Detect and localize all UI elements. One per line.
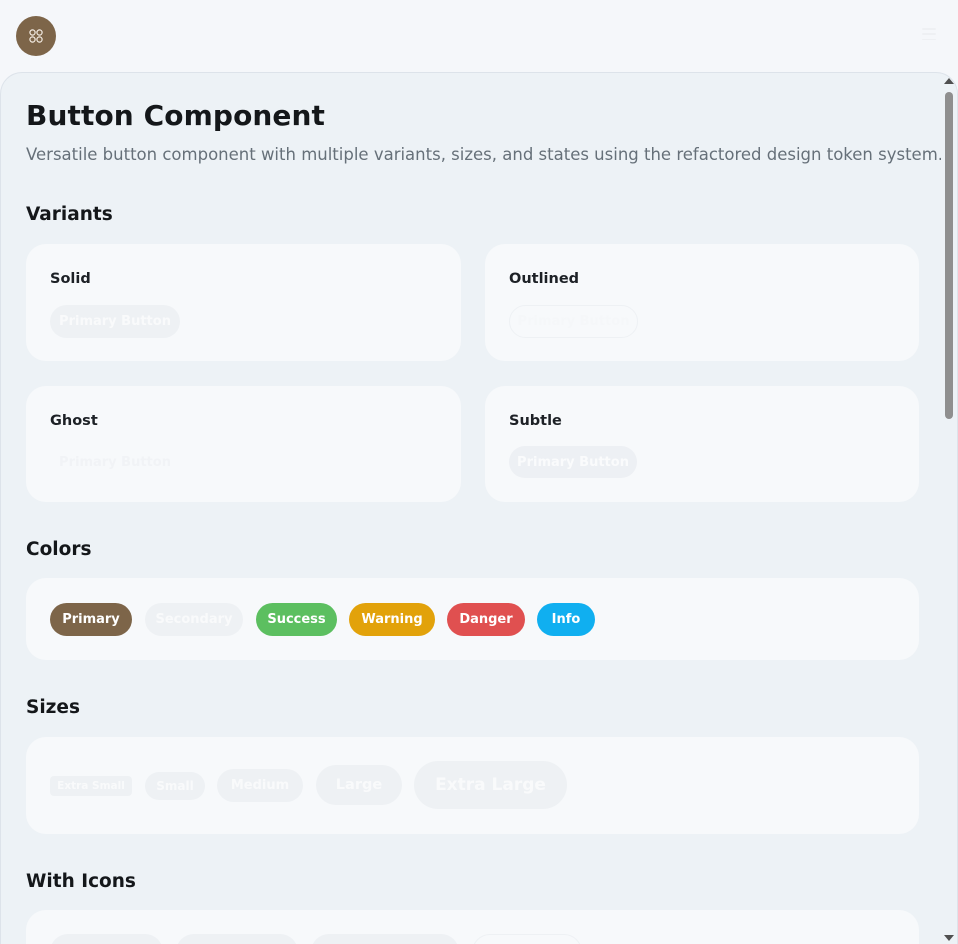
- subtle-primary-button[interactable]: Primary Button: [509, 446, 637, 478]
- section-title-sizes: Sizes: [26, 697, 80, 718]
- hamburger-menu-icon[interactable]: [922, 28, 936, 40]
- page-title: Button Component: [26, 99, 326, 132]
- outlined-primary-button[interactable]: Primary Button: [509, 305, 638, 338]
- small-button[interactable]: Small: [145, 772, 205, 800]
- main-content: Button Component Versatile button compon…: [0, 72, 958, 944]
- large-button[interactable]: Large: [316, 765, 402, 805]
- sizes-card: Extra Small Small Medium Large Extra Lar…: [26, 737, 919, 834]
- colors-card: Primary Secondary Success Warning Danger…: [26, 578, 919, 660]
- solid-primary-button[interactable]: Primary Button: [50, 305, 180, 338]
- icon-button[interactable]: [176, 934, 298, 944]
- extra-large-button[interactable]: Extra Large: [414, 761, 567, 809]
- vertical-scrollbar[interactable]: [941, 73, 957, 944]
- card-title: Solid: [50, 271, 91, 287]
- danger-color-button[interactable]: Danger: [447, 603, 525, 636]
- warning-color-button[interactable]: Warning: [349, 603, 435, 636]
- card-title: Ghost: [50, 413, 98, 429]
- card-title: Subtle: [509, 413, 562, 429]
- variant-card-ghost: Ghost Primary Button: [26, 386, 461, 502]
- scrollbar-thumb[interactable]: [945, 92, 953, 419]
- section-title-colors: Colors: [26, 539, 92, 560]
- variant-card-solid: Solid Primary Button: [26, 244, 461, 361]
- extra-small-button[interactable]: Extra Small: [50, 776, 132, 796]
- card-title: Outlined: [509, 271, 580, 287]
- grid-apps-icon: [29, 29, 43, 43]
- section-title-with-icons: With Icons: [26, 871, 136, 892]
- logo-button[interactable]: [16, 16, 56, 56]
- success-color-button[interactable]: Success: [256, 603, 337, 636]
- top-bar: [0, 0, 958, 72]
- ghost-primary-button[interactable]: Primary Button: [50, 446, 180, 479]
- icon-button[interactable]: [50, 934, 163, 944]
- icons-card: [26, 910, 919, 944]
- info-color-button[interactable]: Info: [537, 603, 595, 636]
- icon-button[interactable]: [311, 934, 459, 944]
- section-title-variants: Variants: [26, 204, 113, 225]
- medium-button[interactable]: Medium: [217, 769, 303, 802]
- variant-card-outlined: Outlined Primary Button: [485, 244, 919, 361]
- icon-button[interactable]: [472, 934, 582, 944]
- scroll-up-arrow-icon[interactable]: [944, 78, 954, 84]
- page-description: Versatile button component with multiple…: [26, 145, 944, 164]
- scroll-down-arrow-icon[interactable]: [944, 935, 954, 941]
- primary-color-button[interactable]: Primary: [50, 603, 132, 636]
- secondary-color-button[interactable]: Secondary: [145, 603, 243, 636]
- variant-card-subtle: Subtle Primary Button: [485, 386, 919, 502]
